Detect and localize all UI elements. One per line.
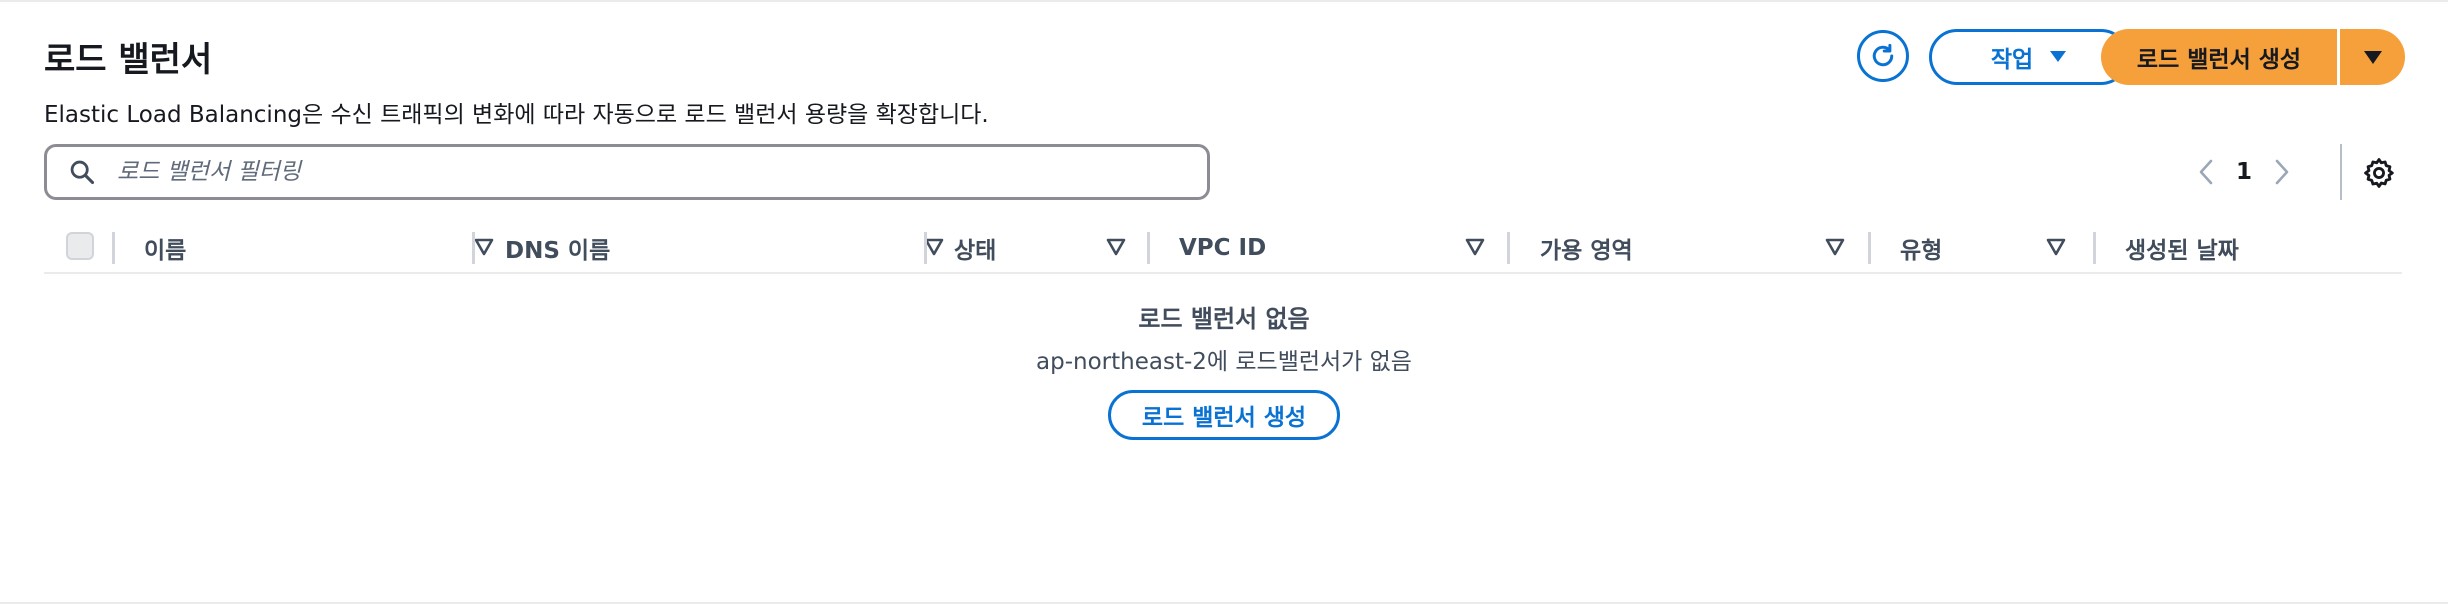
page-title: 로드 밸런서 xyxy=(44,40,213,80)
column-divider xyxy=(112,232,115,264)
column-divider xyxy=(2093,232,2096,264)
column-header-availability-zones[interactable]: 가용 영역 xyxy=(1540,226,1890,270)
column-header-name[interactable]: 이름 xyxy=(144,226,494,270)
column-header-status[interactable]: 상태 xyxy=(954,226,1154,270)
column-divider xyxy=(1868,232,1871,264)
create-load-balancer-button[interactable]: 로드 밸런서 생성 xyxy=(2101,29,2337,85)
column-divider xyxy=(1507,232,1510,264)
filter-search-box xyxy=(44,144,1210,200)
sort-icon xyxy=(474,238,494,260)
empty-state-message: ap-northeast-2에 로드밸런서가 없음 xyxy=(1036,349,1412,375)
table-settings-button[interactable] xyxy=(2360,154,2398,192)
actions-dropdown-button[interactable]: 작업 xyxy=(1929,29,2129,85)
sort-icon xyxy=(1465,238,1485,260)
load-balancers-panel: 로드 밸런서 Elastic Load Balancing은 수신 트래픽의 변… xyxy=(0,0,2448,604)
gear-icon xyxy=(2362,156,2396,190)
table-header: 이름 DNS 이름 상태 VPC ID 가용 영역 유형 생성된 날짜 xyxy=(44,226,2402,274)
actions-label: 작업 xyxy=(1990,47,2034,73)
column-divider xyxy=(1147,232,1150,264)
select-all-checkbox[interactable] xyxy=(66,232,94,260)
caret-down-icon xyxy=(2363,50,2383,65)
column-header-vpc-id[interactable]: VPC ID xyxy=(1179,226,1519,270)
empty-state-create-button[interactable]: 로드 밸런서 생성 xyxy=(1108,390,1340,440)
empty-state-title: 로드 밸런서 없음 xyxy=(1138,305,1310,333)
pagination-divider xyxy=(2340,144,2342,200)
next-page-button[interactable] xyxy=(2262,150,2302,194)
previous-page-button[interactable] xyxy=(2186,150,2226,194)
column-header-type[interactable]: 유형 xyxy=(1900,226,2100,270)
current-page-number[interactable]: 1 xyxy=(2226,159,2262,185)
sort-icon xyxy=(924,238,944,260)
caret-down-icon xyxy=(2049,50,2067,64)
filter-input[interactable] xyxy=(115,158,1169,186)
sort-icon xyxy=(1825,238,1845,260)
column-header-dns-name[interactable]: DNS 이름 xyxy=(505,226,944,270)
pagination: 1 xyxy=(2186,150,2302,194)
column-divider xyxy=(924,232,927,264)
create-options-dropdown[interactable] xyxy=(2340,29,2405,85)
sort-icon xyxy=(2046,238,2066,260)
create-load-balancer-split-button: 로드 밸런서 생성 xyxy=(2101,29,2405,85)
search-icon xyxy=(65,155,99,189)
sort-icon xyxy=(1106,238,1126,260)
column-header-created-date[interactable]: 생성된 날짜 xyxy=(2125,226,2395,270)
page-description: Elastic Load Balancing은 수신 트래픽의 변화에 따라 자… xyxy=(44,102,989,128)
refresh-button[interactable] xyxy=(1857,30,1909,82)
column-divider xyxy=(472,232,475,264)
refresh-icon xyxy=(1868,41,1898,71)
